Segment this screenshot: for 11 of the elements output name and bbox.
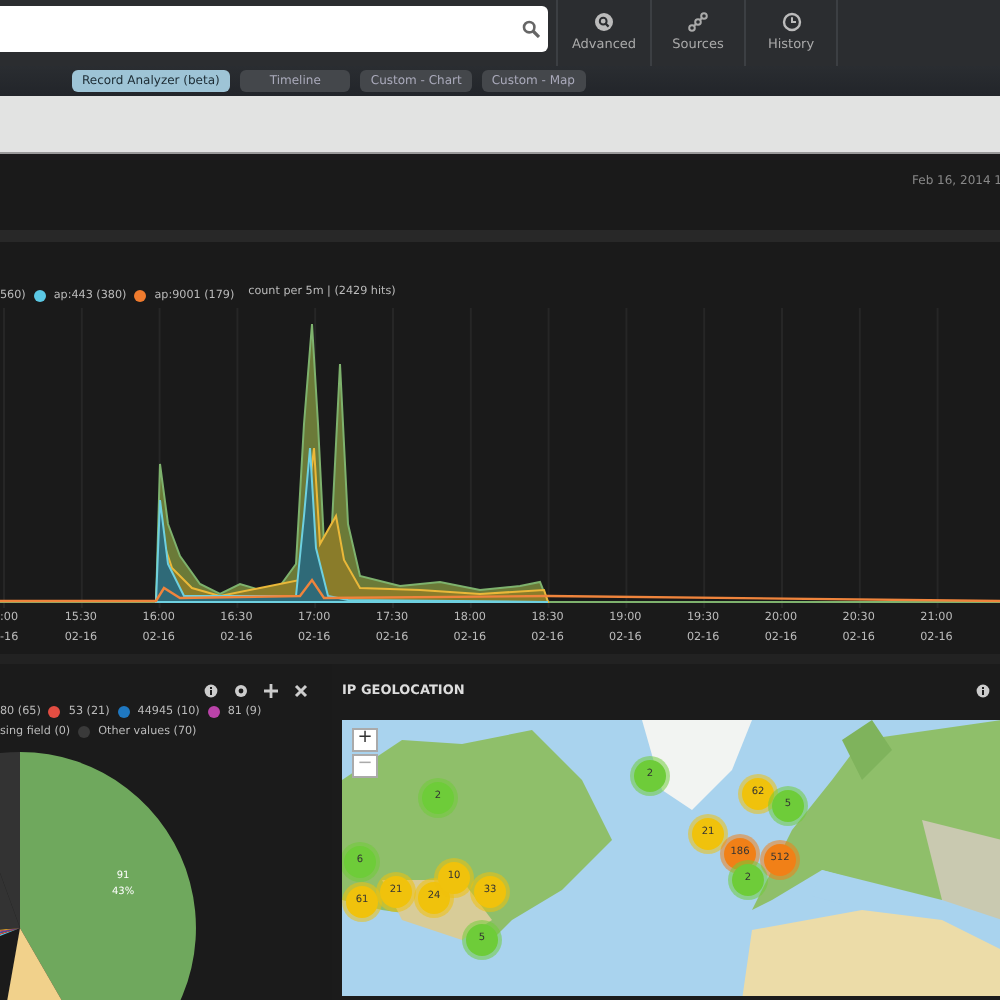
clock-icon [781, 11, 801, 32]
info-icon[interactable] [204, 684, 218, 698]
search-icon [522, 20, 540, 38]
info-icon[interactable] [976, 684, 990, 699]
close-icon[interactable] [294, 684, 308, 698]
gear-icon[interactable] [234, 684, 248, 698]
search-field[interactable] [0, 6, 548, 52]
zoom-in-button[interactable]: + [352, 727, 378, 752]
move-icon[interactable] [264, 684, 278, 698]
search-icon [594, 11, 614, 32]
nodes-icon [688, 11, 708, 32]
